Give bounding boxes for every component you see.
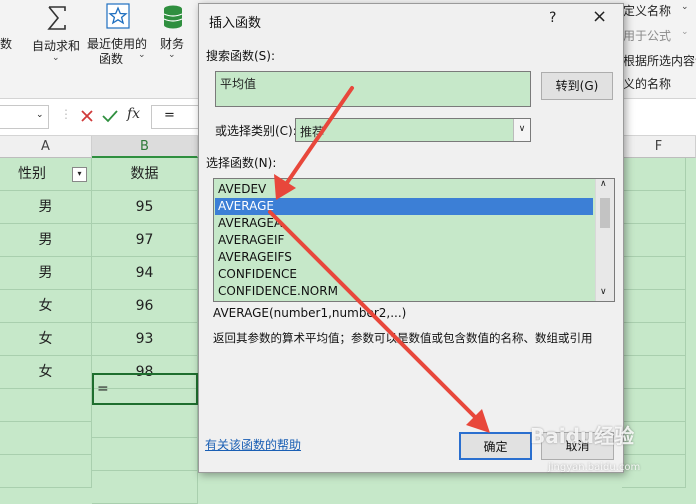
- recent-functions-button[interactable]: 最近使用的 函数 ⌄: [86, 0, 152, 70]
- table-cell[interactable]: [0, 422, 92, 455]
- watermark-logo: Baidu经验: [530, 424, 635, 448]
- autosum-button[interactable]: 自动求和 ⌄: [30, 0, 82, 70]
- dialog-title: 插入函数: [209, 16, 262, 31]
- table-cell-a[interactable]: 女: [0, 290, 92, 323]
- scrollbar[interactable]: ∧ ∨: [595, 179, 614, 301]
- define-name-label[interactable]: 定义名称: [623, 2, 671, 19]
- table-cell-a[interactable]: 女: [0, 323, 92, 356]
- help-icon[interactable]: ?: [549, 10, 556, 26]
- autosum-label: 自动求和: [32, 39, 81, 53]
- formula-input[interactable]: =: [151, 105, 199, 129]
- table-cell-b[interactable]: 94: [92, 257, 198, 290]
- scroll-thumb[interactable]: [600, 198, 610, 228]
- active-cell[interactable]: =: [92, 373, 198, 405]
- function-description: 返回其参数的算术平均值；参数可以是数值或包含数值的名称、数组或引用: [213, 331, 593, 345]
- search-value: 平均值: [220, 77, 257, 91]
- table-cell-a[interactable]: 男: [0, 224, 92, 257]
- close-icon[interactable]: ×: [592, 6, 607, 27]
- scroll-up-icon[interactable]: ∧: [600, 179, 607, 189]
- chevron-down-icon: ⌄: [681, 27, 689, 37]
- table-cell-a[interactable]: 男: [0, 191, 92, 224]
- search-label: 搜索函数(S):: [206, 49, 276, 63]
- table-cell[interactable]: [92, 471, 198, 504]
- insert-function-icon[interactable]: fx: [127, 106, 140, 122]
- header-a-text: 性别: [18, 166, 46, 182]
- chevron-down-icon[interactable]: ∨: [513, 119, 530, 141]
- scroll-down-icon[interactable]: ∨: [600, 287, 607, 297]
- list-item-selected[interactable]: AVERAGE: [215, 198, 593, 215]
- cancel-icon[interactable]: [80, 109, 94, 123]
- use-in-formula-label[interactable]: 用于公式: [623, 27, 671, 44]
- table-cell[interactable]: [622, 224, 686, 257]
- table-cell-b[interactable]: 93: [92, 323, 198, 356]
- chevron-down-icon: ⌄: [36, 110, 44, 120]
- header-b-text: 数据: [130, 166, 159, 182]
- table-cell[interactable]: [0, 389, 92, 422]
- ribbon-partial-label: 数: [0, 37, 13, 51]
- table-cell-b[interactable]: 95: [92, 191, 198, 224]
- drag-handle-icon[interactable]: ⋮: [60, 107, 72, 121]
- defined-names-group-label: 义的名称: [623, 77, 672, 91]
- chevron-down-icon: ⌄: [168, 50, 176, 60]
- database-icon: [163, 5, 183, 29]
- list-item[interactable]: AVERAGEA: [215, 215, 593, 232]
- create-from-selection-label[interactable]: 根据所选内容创: [623, 52, 696, 69]
- table-cell-b[interactable]: 97: [92, 224, 198, 257]
- list-item[interactable]: AVERAGEIF: [215, 232, 593, 249]
- column-header-f[interactable]: F: [622, 136, 696, 158]
- confirm-icon[interactable]: [102, 109, 118, 123]
- table-cell[interactable]: [622, 191, 686, 224]
- table-cell-b[interactable]: 96: [92, 290, 198, 323]
- function-list[interactable]: AVEDEV AVERAGE AVERAGEA AVERAGEIF AVERAG…: [213, 178, 615, 302]
- select-function-label: 选择函数(N):: [206, 156, 277, 170]
- table-cell[interactable]: [0, 455, 92, 488]
- name-box[interactable]: ⌄: [0, 105, 49, 129]
- recent-label-2: 函数: [99, 52, 124, 66]
- list-item[interactable]: AVEDEV: [215, 181, 593, 198]
- table-cell[interactable]: [622, 356, 686, 389]
- function-syntax: AVERAGE(number1,number2,...): [213, 306, 407, 320]
- chevron-down-icon: ⌄: [681, 2, 689, 12]
- table-cell-a[interactable]: 女: [0, 356, 92, 389]
- search-input[interactable]: 平均值: [215, 71, 531, 107]
- help-link[interactable]: 有关该函数的帮助: [205, 436, 301, 453]
- category-select[interactable]: 推荐 ∨: [295, 118, 531, 142]
- chevron-down-icon: ⌄: [52, 53, 60, 63]
- finance-button[interactable]: 财务 ⌄: [156, 0, 192, 70]
- go-button[interactable]: 转到(G): [541, 72, 613, 100]
- category-value: 推荐: [300, 125, 325, 139]
- table-cell[interactable]: [622, 389, 686, 422]
- sigma-icon: [47, 6, 66, 30]
- watermark-url: jingyan.baidu.com: [548, 462, 641, 473]
- chevron-down-icon: ⌄: [138, 50, 146, 60]
- ok-button[interactable]: 确定: [459, 432, 532, 460]
- filter-dropdown-icon[interactable]: ▾: [72, 167, 87, 182]
- table-cell-a[interactable]: 男: [0, 257, 92, 290]
- list-item[interactable]: AVERAGEIFS: [215, 249, 593, 266]
- table-cell[interactable]: [622, 290, 686, 323]
- column-header-a[interactable]: A: [0, 136, 92, 158]
- star-icon: [106, 3, 130, 29]
- column-header-b[interactable]: B: [92, 136, 198, 158]
- list-item[interactable]: CONFIDENCE.NORM: [215, 283, 593, 300]
- table-cell[interactable]: [92, 438, 198, 471]
- table-cell[interactable]: [622, 158, 686, 191]
- category-label: 或选择类别(C):: [215, 124, 297, 138]
- formula-content: =: [164, 108, 175, 123]
- table-cell[interactable]: [92, 405, 198, 438]
- insert-function-dialog: 插入函数 ? × 搜索函数(S): 平均值 转到(G) 或选择类别(C): 推荐…: [198, 3, 624, 473]
- cell-b-header[interactable]: 数据: [92, 158, 198, 191]
- table-cell[interactable]: [622, 323, 686, 356]
- table-cell[interactable]: [622, 257, 686, 290]
- list-item[interactable]: CONFIDENCE: [215, 266, 593, 283]
- cell-a-header[interactable]: 性别 ▾: [0, 158, 92, 191]
